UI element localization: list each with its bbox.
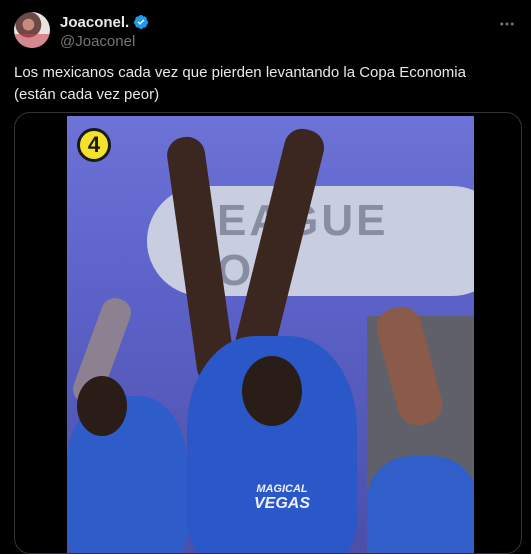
author-display-name[interactable]: Joaconel. xyxy=(60,14,129,31)
player-left-head xyxy=(77,376,127,436)
avatar[interactable] xyxy=(14,12,50,48)
number-badge: 4 xyxy=(77,128,111,162)
tweet-text-line-1: Los mexicanos cada vez que pierden levan… xyxy=(14,64,466,81)
more-dots-graphic xyxy=(500,22,514,26)
sponsor-line-2: VEGAS xyxy=(253,494,310,512)
video-frame[interactable]: EAGUE ON MAGICAL VEGAS 4 xyxy=(67,116,474,553)
sponsor-line-1: MAGICAL xyxy=(256,483,308,495)
avatar-detail xyxy=(14,34,50,48)
name-row: Joaconel. xyxy=(60,13,149,31)
tweet-text-line-2: (están cada vez peor) xyxy=(14,86,160,103)
author-info: Joaconel. @Joaconel xyxy=(60,13,149,50)
verified-badge-icon xyxy=(134,15,149,29)
jersey-sponsor: MAGICAL VEGAS xyxy=(227,483,337,512)
author-handle[interactable]: @Joaconel xyxy=(60,33,149,50)
more-horizontal-icon[interactable] xyxy=(495,14,519,34)
tweet-header: Joaconel. @Joaconel xyxy=(14,12,519,52)
tweet-text: Los mexicanos cada vez que pierden levan… xyxy=(14,62,519,106)
player-main-head xyxy=(242,356,302,426)
media-container[interactable]: EAGUE ON MAGICAL VEGAS 4 xyxy=(14,112,522,554)
player-right xyxy=(367,456,474,553)
